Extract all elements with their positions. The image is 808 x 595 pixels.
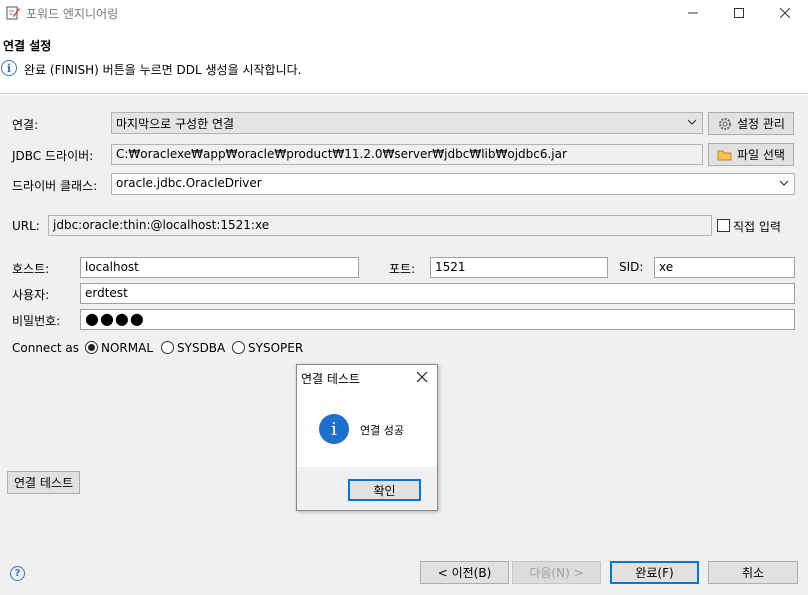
radio-sysoper-label: SYSOPER bbox=[248, 341, 304, 355]
back-button[interactable]: < 이전(B) bbox=[420, 561, 509, 584]
chevron-down-icon bbox=[687, 119, 697, 125]
password-mask: ●●●● bbox=[85, 309, 145, 328]
ok-button[interactable]: 확인 bbox=[348, 479, 421, 501]
cancel-label: 취소 bbox=[741, 566, 765, 580]
url-label: URL: bbox=[12, 219, 40, 233]
driver-class-label: 드라이버 클래스: bbox=[12, 179, 98, 193]
driver-class-value: oracle.jdbc.OracleDriver bbox=[116, 176, 262, 190]
window-titlebar: 포워드 엔지니어링 bbox=[0, 0, 808, 26]
help-icon[interactable]: ? bbox=[10, 566, 25, 581]
close-icon bbox=[780, 8, 790, 18]
window-title: 포워드 엔지니어링 bbox=[26, 7, 119, 21]
url-field[interactable]: jdbc:oracle:thin:@localhost:1521:xe bbox=[48, 215, 712, 236]
sid-label: SID: bbox=[619, 260, 644, 274]
dialog-title: 연결 테스트 bbox=[301, 372, 361, 386]
radio-normal-label: NORMAL bbox=[101, 341, 154, 355]
close-icon[interactable] bbox=[415, 370, 429, 384]
manage-settings-button[interactable]: 설정 관리 bbox=[708, 112, 794, 135]
next-label: 다음(N) > bbox=[529, 566, 584, 580]
connection-value: 마지막으로 구성한 연결 bbox=[116, 117, 235, 131]
maximize-button[interactable] bbox=[716, 0, 762, 26]
radio-normal[interactable] bbox=[85, 341, 98, 354]
connect-as-label: Connect as bbox=[12, 341, 80, 355]
host-field[interactable]: localhost bbox=[80, 257, 359, 278]
jdbc-driver-field[interactable]: C:₩oraclexe₩app₩oracle₩product₩11.2.0₩se… bbox=[111, 144, 703, 165]
connection-test-dialog: 연결 테스트 i 연결 성공 확인 bbox=[296, 364, 438, 511]
dialog-body: i 연결 성공 bbox=[297, 395, 437, 467]
page-title: 연결 설정 bbox=[3, 39, 52, 53]
direct-input-checkbox[interactable] bbox=[717, 219, 730, 232]
user-field[interactable]: erdtest bbox=[80, 283, 795, 304]
info-icon: i bbox=[319, 414, 349, 444]
dialog-footer: 확인 bbox=[297, 467, 437, 510]
password-label: 비밀번호: bbox=[12, 314, 61, 328]
ok-label: 확인 bbox=[373, 483, 396, 498]
cancel-button[interactable]: 취소 bbox=[708, 561, 798, 584]
edit-document-icon bbox=[6, 6, 20, 20]
gear-icon bbox=[719, 117, 731, 130]
folder-icon bbox=[717, 150, 732, 160]
radio-sysdba-label: SYSDBA bbox=[177, 341, 226, 355]
minimize-button[interactable] bbox=[670, 0, 716, 26]
sid-field[interactable]: xe bbox=[654, 257, 795, 278]
dialog-message: 연결 성공 bbox=[360, 424, 404, 437]
manage-settings-label: 설정 관리 bbox=[737, 117, 785, 131]
info-icon: i bbox=[1, 60, 17, 76]
finish-label: 완료(F) bbox=[635, 566, 674, 580]
header-message: 완료 (FINISH) 버튼을 누르면 DDL 생성을 시작합니다. bbox=[24, 63, 302, 77]
test-connection-button[interactable]: 연결 테스트 bbox=[7, 471, 80, 494]
host-label: 호스트: bbox=[12, 262, 50, 276]
port-label: 포트: bbox=[389, 262, 416, 276]
back-label: < 이전(B) bbox=[437, 566, 492, 580]
close-window-button[interactable] bbox=[762, 0, 808, 26]
driver-class-select[interactable]: oracle.jdbc.OracleDriver bbox=[111, 173, 795, 195]
select-file-label: 파일 선택 bbox=[737, 148, 785, 162]
connection-label: 연결: bbox=[12, 118, 39, 132]
direct-input-label: 직접 입력 bbox=[733, 220, 781, 234]
connection-select[interactable]: 마지막으로 구성한 연결 bbox=[111, 112, 703, 134]
user-label: 사용자: bbox=[12, 288, 50, 302]
maximize-icon bbox=[734, 8, 744, 18]
radio-sysoper[interactable] bbox=[232, 341, 245, 354]
port-field[interactable]: 1521 bbox=[430, 257, 608, 278]
radio-sysdba[interactable] bbox=[161, 341, 174, 354]
chevron-down-icon bbox=[779, 180, 789, 186]
test-connection-label: 연결 테스트 bbox=[13, 476, 73, 490]
password-field[interactable]: ●●●● bbox=[80, 309, 795, 330]
wizard-footer: ? < 이전(B) 다음(N) > 완료(F) 취소 bbox=[0, 547, 808, 595]
select-file-button[interactable]: 파일 선택 bbox=[708, 143, 794, 166]
jdbc-driver-label: JDBC 드라이버: bbox=[12, 149, 94, 163]
finish-button[interactable]: 완료(F) bbox=[610, 561, 699, 584]
minimize-icon bbox=[688, 12, 698, 14]
next-button[interactable]: 다음(N) > bbox=[512, 561, 601, 584]
wizard-header: 연결 설정 i 완료 (FINISH) 버튼을 누르면 DDL 생성을 시작합니… bbox=[0, 26, 808, 94]
